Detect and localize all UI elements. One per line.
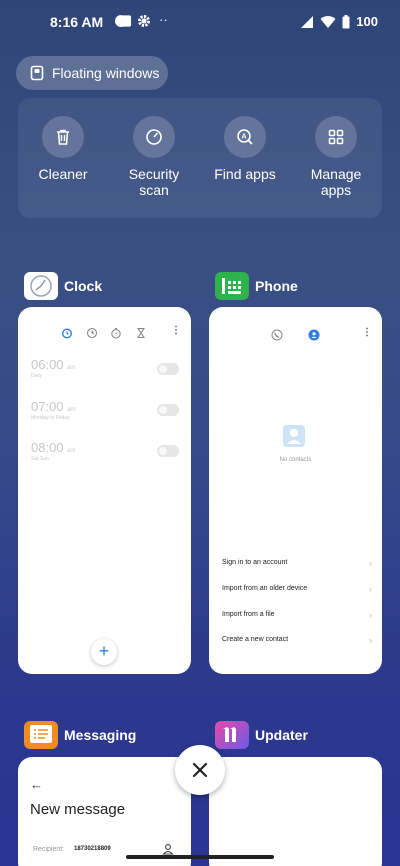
signal-icon bbox=[301, 15, 314, 28]
new-message-title: New message bbox=[30, 801, 126, 818]
status-time: 8:16 AM bbox=[50, 14, 104, 30]
messaging-app-preview[interactable]: ← New message Recipient: 18730218809 bbox=[18, 757, 191, 866]
phone-more-icon: ⋮ bbox=[362, 327, 372, 338]
phone-app-header[interactable]: Phone bbox=[215, 272, 298, 300]
security-scan-button[interactable]: Security scan bbox=[109, 116, 199, 198]
back-arrow-icon: ← bbox=[30, 777, 43, 792]
more-notifications-icon: ·· bbox=[159, 12, 168, 27]
updater-app-name: Updater bbox=[255, 727, 308, 743]
floating-windows-button[interactable]: Floating windows bbox=[16, 56, 168, 90]
timer-tab-icon bbox=[136, 327, 146, 339]
contacts-tab-icon bbox=[308, 329, 320, 341]
messaging-app-icon bbox=[24, 721, 58, 749]
add-alarm-button[interactable]: + bbox=[91, 639, 117, 665]
updater-app-header[interactable]: Updater bbox=[215, 721, 308, 749]
phone-app-name: Phone bbox=[255, 278, 298, 294]
clock-tabs: ⋮ bbox=[18, 325, 191, 343]
updater-app-icon bbox=[215, 721, 249, 749]
status-bar: 8:16 AM ·· 100 bbox=[0, 0, 400, 44]
import-file-item[interactable]: Import from a file bbox=[222, 611, 372, 618]
alarm-toggle[interactable] bbox=[157, 445, 179, 457]
close-all-button[interactable] bbox=[175, 745, 225, 795]
battery-icon bbox=[342, 14, 350, 28]
settings-gear-icon bbox=[138, 15, 150, 27]
contact-picker-icon[interactable] bbox=[162, 843, 174, 855]
cleaner-button[interactable]: Cleaner bbox=[18, 116, 108, 182]
battery-percent: 100 bbox=[356, 14, 378, 29]
messaging-app-header[interactable]: Messaging bbox=[24, 721, 136, 749]
sign-in-account-item[interactable]: Sign in to an account bbox=[222, 559, 372, 566]
call-log-tab-icon bbox=[271, 329, 283, 341]
manage-apps-button[interactable]: Manage apps bbox=[291, 116, 381, 198]
clock-app-preview[interactable]: ⋮ 06:00 am Daily 07:00 am Monday to Frid… bbox=[18, 307, 191, 674]
grid-icon bbox=[328, 129, 344, 145]
alarm-toggle[interactable] bbox=[157, 404, 179, 416]
svg-text:A: A bbox=[241, 134, 246, 141]
app-search-icon: A bbox=[237, 129, 253, 145]
messaging-app-name: Messaging bbox=[64, 727, 137, 743]
clock-app-name: Clock bbox=[64, 278, 103, 294]
alarm-tab-icon bbox=[61, 328, 73, 339]
create-contact-item[interactable]: Create a new contact bbox=[222, 636, 372, 643]
no-contacts-text: No contacts bbox=[279, 457, 312, 463]
find-apps-button[interactable]: A Find apps bbox=[200, 116, 290, 182]
floating-window-icon bbox=[30, 65, 44, 81]
close-icon bbox=[192, 762, 208, 778]
find-apps-label: Find apps bbox=[214, 166, 276, 182]
quick-tools-panel: Cleaner Security scan A Find apps Manage… bbox=[18, 98, 382, 218]
trash-icon bbox=[57, 129, 69, 145]
stopwatch-tab-icon bbox=[111, 328, 121, 339]
phone-app-icon bbox=[215, 272, 249, 300]
recipient-label: Recipient: bbox=[33, 846, 65, 853]
floating-windows-label: Floating windows bbox=[52, 65, 160, 81]
security-scan-label: Security scan bbox=[128, 166, 180, 198]
chevron-right-icon: › bbox=[369, 610, 372, 620]
chevron-right-icon: › bbox=[369, 584, 372, 594]
chevron-right-icon: › bbox=[369, 635, 372, 645]
clock-app-header[interactable]: Clock bbox=[24, 272, 102, 300]
import-older-device-item[interactable]: Import from an older device bbox=[222, 585, 372, 592]
clock-more-icon: ⋮ bbox=[171, 325, 181, 336]
clock-app-icon bbox=[24, 272, 58, 300]
speedometer-icon bbox=[146, 129, 162, 145]
manage-apps-label: Manage apps bbox=[310, 166, 362, 198]
phone-app-preview[interactable]: ⋮ No contacts Sign in to an account › Im… bbox=[209, 307, 382, 674]
notification-square-icon bbox=[119, 15, 132, 27]
updater-app-preview[interactable] bbox=[209, 757, 382, 866]
cleaner-label: Cleaner bbox=[38, 166, 88, 182]
wifi-icon bbox=[320, 15, 336, 28]
chevron-right-icon: › bbox=[369, 558, 372, 568]
recipient-value: 18730218809 bbox=[74, 846, 111, 852]
world-clock-tab-icon bbox=[86, 327, 98, 339]
alarm-toggle[interactable] bbox=[157, 363, 179, 375]
empty-contacts-icon bbox=[283, 425, 305, 447]
home-gesture-bar[interactable] bbox=[126, 855, 274, 859]
